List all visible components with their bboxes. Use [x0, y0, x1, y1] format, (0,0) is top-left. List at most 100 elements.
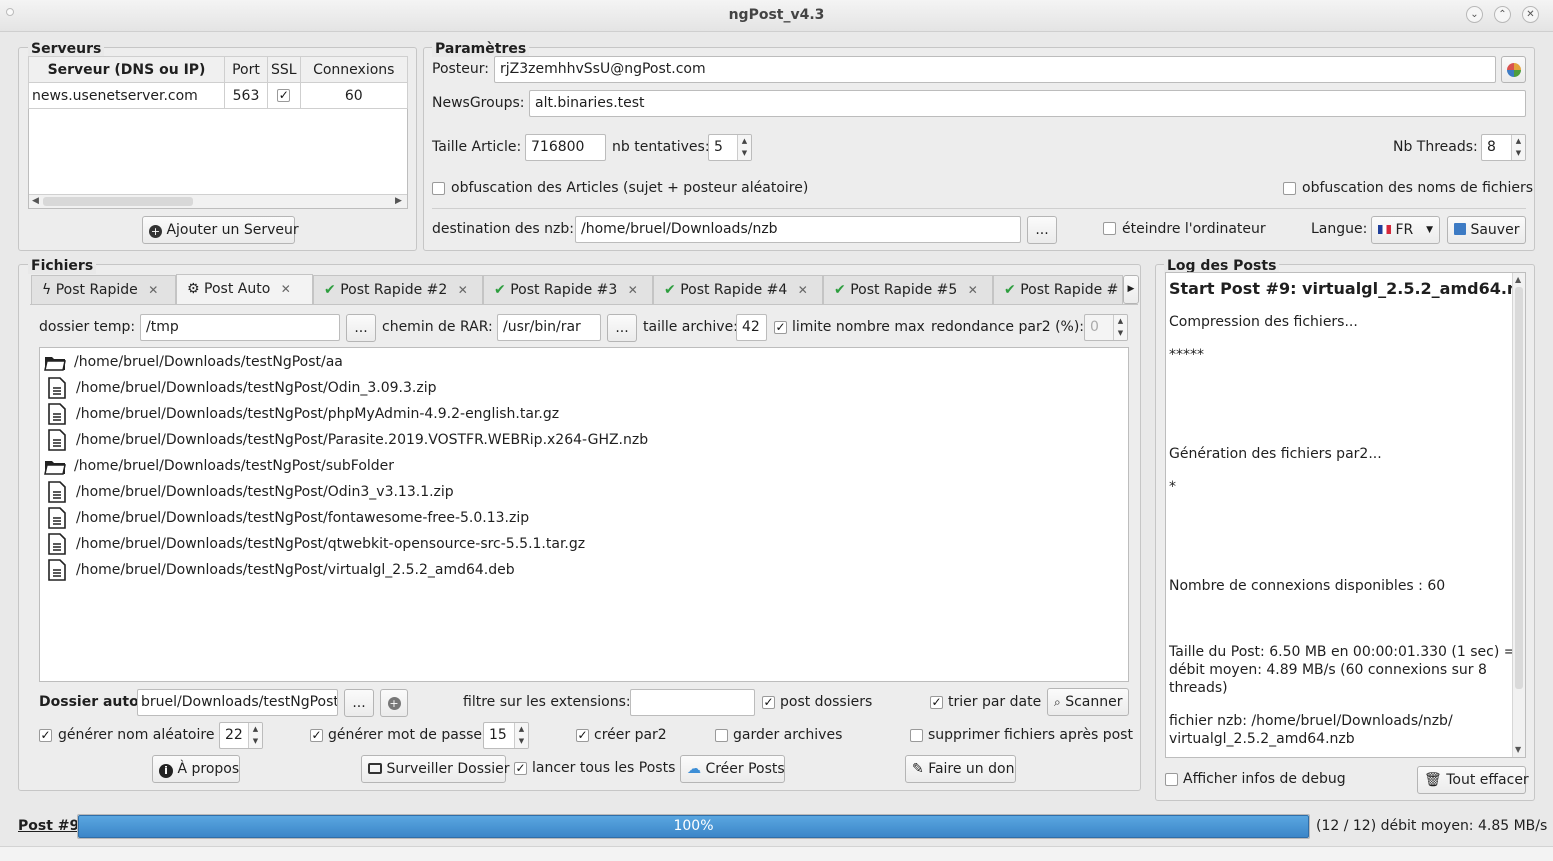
server-port[interactable]: 563: [224, 82, 268, 109]
nzb-dest-input[interactable]: /home/bruel/Downloads/nzb: [575, 216, 1021, 243]
tab-post-rapide-5[interactable]: ✔ Post Rapide #5 ✕: [823, 275, 993, 304]
col-ssl[interactable]: SSL: [267, 56, 301, 83]
log-vscrollbar[interactable]: ▲ ▼: [1512, 273, 1525, 757]
close-tab-icon[interactable]: ✕: [628, 283, 638, 297]
sort-date-checkbox[interactable]: ✓: [930, 696, 943, 709]
log-scroll-thumb[interactable]: [1515, 287, 1523, 689]
create-par2-checkbox[interactable]: ✓: [576, 729, 589, 742]
about-button[interactable]: i À propos: [152, 755, 240, 783]
file-list[interactable]: /home/bruel/Downloads/testNgPost/aa/home…: [39, 347, 1129, 682]
launch-all-checkbox[interactable]: ✓: [514, 762, 527, 775]
random-name-checkbox[interactable]: ✓: [39, 729, 52, 742]
list-item[interactable]: /home/bruel/Downloads/testNgPost/aa: [44, 349, 343, 375]
list-item[interactable]: /home/bruel/Downloads/testNgPost/fontawe…: [44, 505, 529, 531]
close-tab-icon[interactable]: ✕: [148, 283, 158, 297]
add-auto-dir-button[interactable]: +: [380, 689, 408, 717]
newsgroups-input[interactable]: alt.binaries.test: [529, 90, 1526, 117]
list-item[interactable]: /home/bruel/Downloads/testNgPost/phpMyAd…: [44, 401, 559, 427]
col-connections[interactable]: Connexions: [299, 56, 409, 83]
create-posts-button[interactable]: ☁ Créer Posts: [680, 755, 785, 783]
add-server-button[interactable]: + Ajouter un Serveur: [142, 216, 299, 244]
temp-dir-browse-button[interactable]: ...: [346, 314, 376, 342]
retries-stepper[interactable]: ▲ ▼: [737, 135, 751, 160]
rar-path-input[interactable]: /usr/bin/rar: [497, 314, 601, 341]
tab-post-rapide-2[interactable]: ✔ Post Rapide #2 ✕: [313, 275, 483, 304]
close-tab-icon[interactable]: ✕: [968, 283, 978, 297]
gen-password-spinbox[interactable]: 15 ▲ ▼: [483, 722, 529, 749]
tab-post-rapide-6[interactable]: ✔ Post Rapide #: [993, 275, 1123, 304]
close-window-button[interactable]: ✕: [1522, 6, 1539, 23]
tab-label: Post Rapide #5: [850, 282, 958, 298]
obf-files-checkbox[interactable]: [1283, 182, 1296, 195]
keep-archives-checkbox[interactable]: [715, 729, 728, 742]
scroll-up-icon[interactable]: ▲: [1515, 275, 1521, 284]
poster-input[interactable]: rjZ3zemhhvSsU@ngPost.com: [494, 56, 1496, 83]
minimize-button[interactable]: ⌄: [1466, 6, 1483, 23]
tab-post-auto[interactable]: ⚙ Post Auto ✕: [176, 274, 313, 304]
ssl-checkbox[interactable]: ✓: [277, 89, 291, 102]
random-name-spinbox[interactable]: 22 ▲ ▼: [219, 722, 263, 749]
auto-dir-browse-button[interactable]: ...: [344, 689, 374, 717]
tab-post-rapide-4[interactable]: ✔ Post Rapide #4 ✕: [653, 275, 823, 304]
window-menu-icon[interactable]: [6, 8, 14, 16]
clear-log-button[interactable]: 🗑 Tout effacer: [1417, 766, 1529, 794]
lang-select[interactable]: FR ▼: [1371, 216, 1440, 244]
log-line: threads): [1169, 680, 1228, 696]
col-server[interactable]: Serveur (DNS ou IP): [28, 56, 225, 83]
debug-checkbox[interactable]: [1165, 773, 1178, 786]
scan-button[interactable]: ⌕ Scanner: [1047, 688, 1129, 716]
delete-after-checkbox[interactable]: [910, 729, 923, 742]
list-item[interactable]: /home/bruel/Downloads/testNgPost/Odin_3.…: [44, 375, 437, 401]
tab-post-rapide[interactable]: ϟ Post Rapide ✕: [31, 275, 176, 304]
article-size-input[interactable]: 716800: [525, 134, 606, 161]
list-item[interactable]: /home/bruel/Downloads/testNgPost/qtwebki…: [44, 531, 585, 557]
rar-browse-button[interactable]: ...: [607, 314, 637, 342]
tab-scroll-right-button[interactable]: ▶: [1123, 275, 1139, 304]
save-button[interactable]: Sauver: [1447, 216, 1526, 244]
ext-filter-input[interactable]: [630, 689, 755, 716]
scroll-right-icon[interactable]: ▶: [395, 196, 402, 206]
server-host[interactable]: news.usenetserver.com: [28, 82, 225, 109]
auto-dir-input[interactable]: bruel/Downloads/testNgPost: [137, 689, 338, 716]
file-icon: [48, 533, 66, 555]
list-item[interactable]: /home/bruel/Downloads/testNgPost/virtual…: [44, 557, 515, 583]
temp-dir-input[interactable]: /tmp: [140, 314, 340, 341]
scroll-left-icon[interactable]: ◀: [32, 196, 39, 206]
maximize-button[interactable]: ⌃: [1494, 6, 1511, 23]
list-item[interactable]: /home/bruel/Downloads/testNgPost/Odin3_v…: [44, 479, 454, 505]
cloud-upload-icon: ☁: [687, 761, 701, 777]
monitor-folder-button[interactable]: Surveiller Dossier: [361, 755, 510, 783]
nzb-browse-button[interactable]: ...: [1027, 216, 1057, 244]
list-item[interactable]: /home/bruel/Downloads/testNgPost/Parasit…: [44, 427, 648, 453]
post-folders-checkbox[interactable]: ✓: [762, 696, 775, 709]
par2-spinbox[interactable]: 0 ▲ ▼: [1084, 314, 1128, 341]
gen-password-stepper[interactable]: ▲ ▼: [514, 723, 528, 748]
server-connections[interactable]: 60: [299, 82, 409, 109]
close-tab-icon[interactable]: ✕: [281, 282, 291, 296]
threads-spinbox[interactable]: 8 ▲ ▼: [1481, 134, 1526, 161]
check-icon: ✔: [834, 282, 846, 298]
random-name-stepper[interactable]: ▲ ▼: [248, 723, 262, 748]
gen-password-checkbox[interactable]: ✓: [310, 729, 323, 742]
servers-hscrollbar[interactable]: ◀ ▶: [29, 194, 407, 208]
par2-stepper[interactable]: ▲ ▼: [1113, 315, 1127, 340]
obf-articles-checkbox[interactable]: [432, 182, 445, 195]
tab-post-rapide-3[interactable]: ✔ Post Rapide #3 ✕: [483, 275, 653, 304]
scroll-down-icon[interactable]: ▼: [1515, 745, 1521, 754]
shutdown-checkbox[interactable]: [1103, 222, 1116, 235]
limit-max-checkbox[interactable]: ✓: [774, 321, 787, 334]
list-item[interactable]: /home/bruel/Downloads/testNgPost/subFold…: [44, 453, 394, 479]
donate-button[interactable]: ✎ Faire un don: [905, 755, 1016, 783]
servers-scroll-thumb[interactable]: [43, 197, 193, 206]
close-tab-icon[interactable]: ✕: [798, 283, 808, 297]
log-area[interactable]: Start Post #9: virtualgl_2.5.2_amd64.nzb…: [1165, 272, 1526, 758]
check-icon: ✔: [494, 282, 506, 298]
archive-size-input[interactable]: 42: [736, 314, 767, 341]
threads-stepper[interactable]: ▲ ▼: [1511, 135, 1525, 160]
close-tab-icon[interactable]: ✕: [458, 283, 468, 297]
col-port[interactable]: Port: [224, 56, 268, 83]
generate-poster-button[interactable]: [1501, 56, 1526, 83]
table-row[interactable]: news.usenetserver.com 563 ✓ 60: [28, 82, 409, 109]
retries-spinbox[interactable]: 5 ▲ ▼: [708, 134, 752, 161]
monitor-icon: [368, 763, 382, 774]
